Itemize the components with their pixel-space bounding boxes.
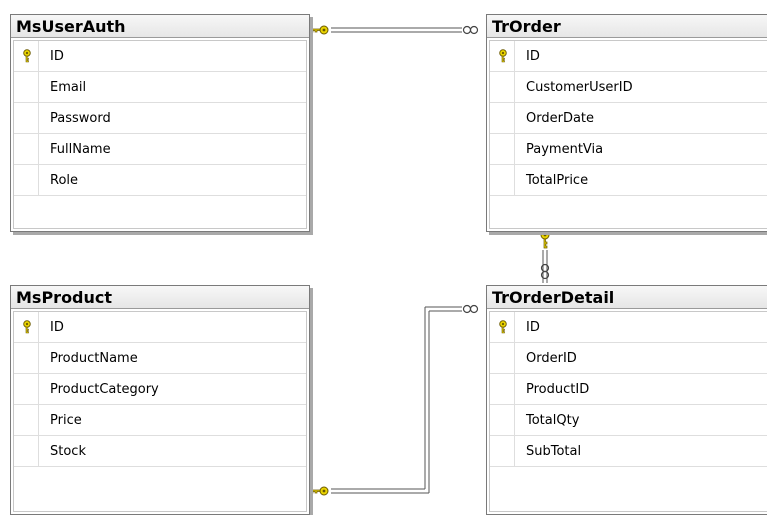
column-row[interactable]: OrderID bbox=[490, 343, 767, 374]
row-selector[interactable] bbox=[490, 343, 515, 373]
column-row[interactable]: Email bbox=[14, 72, 306, 103]
one-key-icon bbox=[310, 486, 329, 496]
row-selector[interactable] bbox=[490, 72, 515, 102]
column-name: ID bbox=[526, 320, 540, 335]
column-name: Password bbox=[50, 111, 111, 126]
many-infinity-icon bbox=[462, 304, 479, 314]
column-row[interactable]: Price bbox=[14, 405, 306, 436]
table-title[interactable]: TrOrder bbox=[487, 15, 767, 38]
relationship-order-orderdetail[interactable] bbox=[540, 230, 550, 283]
column-row[interactable]: ProductID bbox=[490, 374, 767, 405]
row-selector[interactable] bbox=[14, 312, 39, 342]
column-row[interactable]: Password bbox=[14, 103, 306, 134]
many-infinity-icon bbox=[462, 25, 479, 35]
column-row[interactable]: TotalQty bbox=[490, 405, 767, 436]
table-title[interactable]: MsUserAuth bbox=[11, 15, 309, 38]
row-selector[interactable] bbox=[490, 374, 515, 404]
row-selector[interactable] bbox=[490, 103, 515, 133]
row-selector[interactable] bbox=[14, 103, 39, 133]
row-selector[interactable] bbox=[490, 312, 515, 342]
one-key-icon bbox=[310, 25, 329, 35]
column-name: FullName bbox=[50, 142, 111, 157]
row-selector[interactable] bbox=[14, 72, 39, 102]
row-selector[interactable] bbox=[14, 436, 39, 466]
column-name: Role bbox=[50, 173, 79, 188]
column-name: OrderID bbox=[526, 351, 577, 366]
row-selector[interactable] bbox=[14, 41, 39, 71]
column-name: Stock bbox=[50, 444, 86, 459]
column-name: CustomerUserID bbox=[526, 80, 633, 95]
one-key-icon bbox=[540, 230, 550, 249]
column-name: TotalQty bbox=[526, 413, 580, 428]
table-title[interactable]: MsProduct bbox=[11, 286, 309, 309]
column-name: PaymentVia bbox=[526, 142, 604, 157]
column-row[interactable]: ID bbox=[490, 41, 767, 72]
column-row[interactable]: FullName bbox=[14, 134, 306, 165]
column-row[interactable]: ProductCategory bbox=[14, 374, 306, 405]
column-row[interactable]: ProductName bbox=[14, 343, 306, 374]
column-list: ID Email Password FullName Role bbox=[13, 40, 307, 229]
column-row[interactable]: TotalPrice bbox=[490, 165, 767, 196]
column-row[interactable]: SubTotal bbox=[490, 436, 767, 467]
column-name: Price bbox=[50, 413, 82, 428]
column-name: TotalPrice bbox=[526, 173, 589, 188]
column-row[interactable]: ID bbox=[14, 41, 306, 72]
column-list: ID CustomerUserID OrderDate PaymentVia Total… bbox=[489, 40, 767, 229]
row-selector[interactable] bbox=[490, 165, 515, 195]
table-msuserauth[interactable]: MsUserAuth ID Email Password FullName Role bbox=[10, 14, 310, 232]
row-selector[interactable] bbox=[490, 436, 515, 466]
column-name: Email bbox=[50, 80, 87, 95]
row-selector[interactable] bbox=[490, 41, 515, 71]
column-row[interactable]: Stock bbox=[14, 436, 306, 467]
row-selector[interactable] bbox=[14, 165, 39, 195]
table-trorderdetail[interactable]: TrOrderDetail ID OrderID ProductID TotalQty… bbox=[486, 285, 767, 515]
column-name: ID bbox=[50, 49, 64, 64]
column-name: ProductName bbox=[50, 351, 138, 366]
column-row[interactable]: ID bbox=[14, 312, 306, 343]
relationship-product-orderdetail[interactable] bbox=[310, 304, 479, 496]
column-row[interactable]: OrderDate bbox=[490, 103, 767, 134]
column-name: OrderDate bbox=[526, 111, 595, 126]
column-row[interactable]: Role bbox=[14, 165, 306, 196]
column-name: ProductCategory bbox=[50, 382, 159, 397]
row-selector[interactable] bbox=[14, 134, 39, 164]
column-name: ID bbox=[50, 320, 64, 335]
table-msproduct[interactable]: MsProduct ID ProductName ProductCategory Pr… bbox=[10, 285, 310, 515]
column-name: SubTotal bbox=[526, 444, 582, 459]
column-row[interactable]: ID bbox=[490, 312, 767, 343]
column-list: ID ProductName ProductCategory Price Stock bbox=[13, 311, 307, 512]
column-row[interactable]: PaymentVia bbox=[490, 134, 767, 165]
row-selector[interactable] bbox=[14, 343, 39, 373]
row-selector[interactable] bbox=[14, 374, 39, 404]
row-selector[interactable] bbox=[490, 405, 515, 435]
column-list: ID OrderID ProductID TotalQty SubTotal bbox=[489, 311, 767, 512]
column-name: ProductID bbox=[526, 382, 590, 397]
table-title[interactable]: TrOrderDetail bbox=[487, 286, 767, 309]
table-trorder[interactable]: TrOrder ID CustomerUserID OrderDate Payment… bbox=[486, 14, 767, 232]
column-name: ID bbox=[526, 49, 540, 64]
relationship-userauth-order[interactable] bbox=[310, 25, 479, 35]
row-selector[interactable] bbox=[490, 134, 515, 164]
row-selector[interactable] bbox=[14, 405, 39, 435]
column-row[interactable]: CustomerUserID bbox=[490, 72, 767, 103]
